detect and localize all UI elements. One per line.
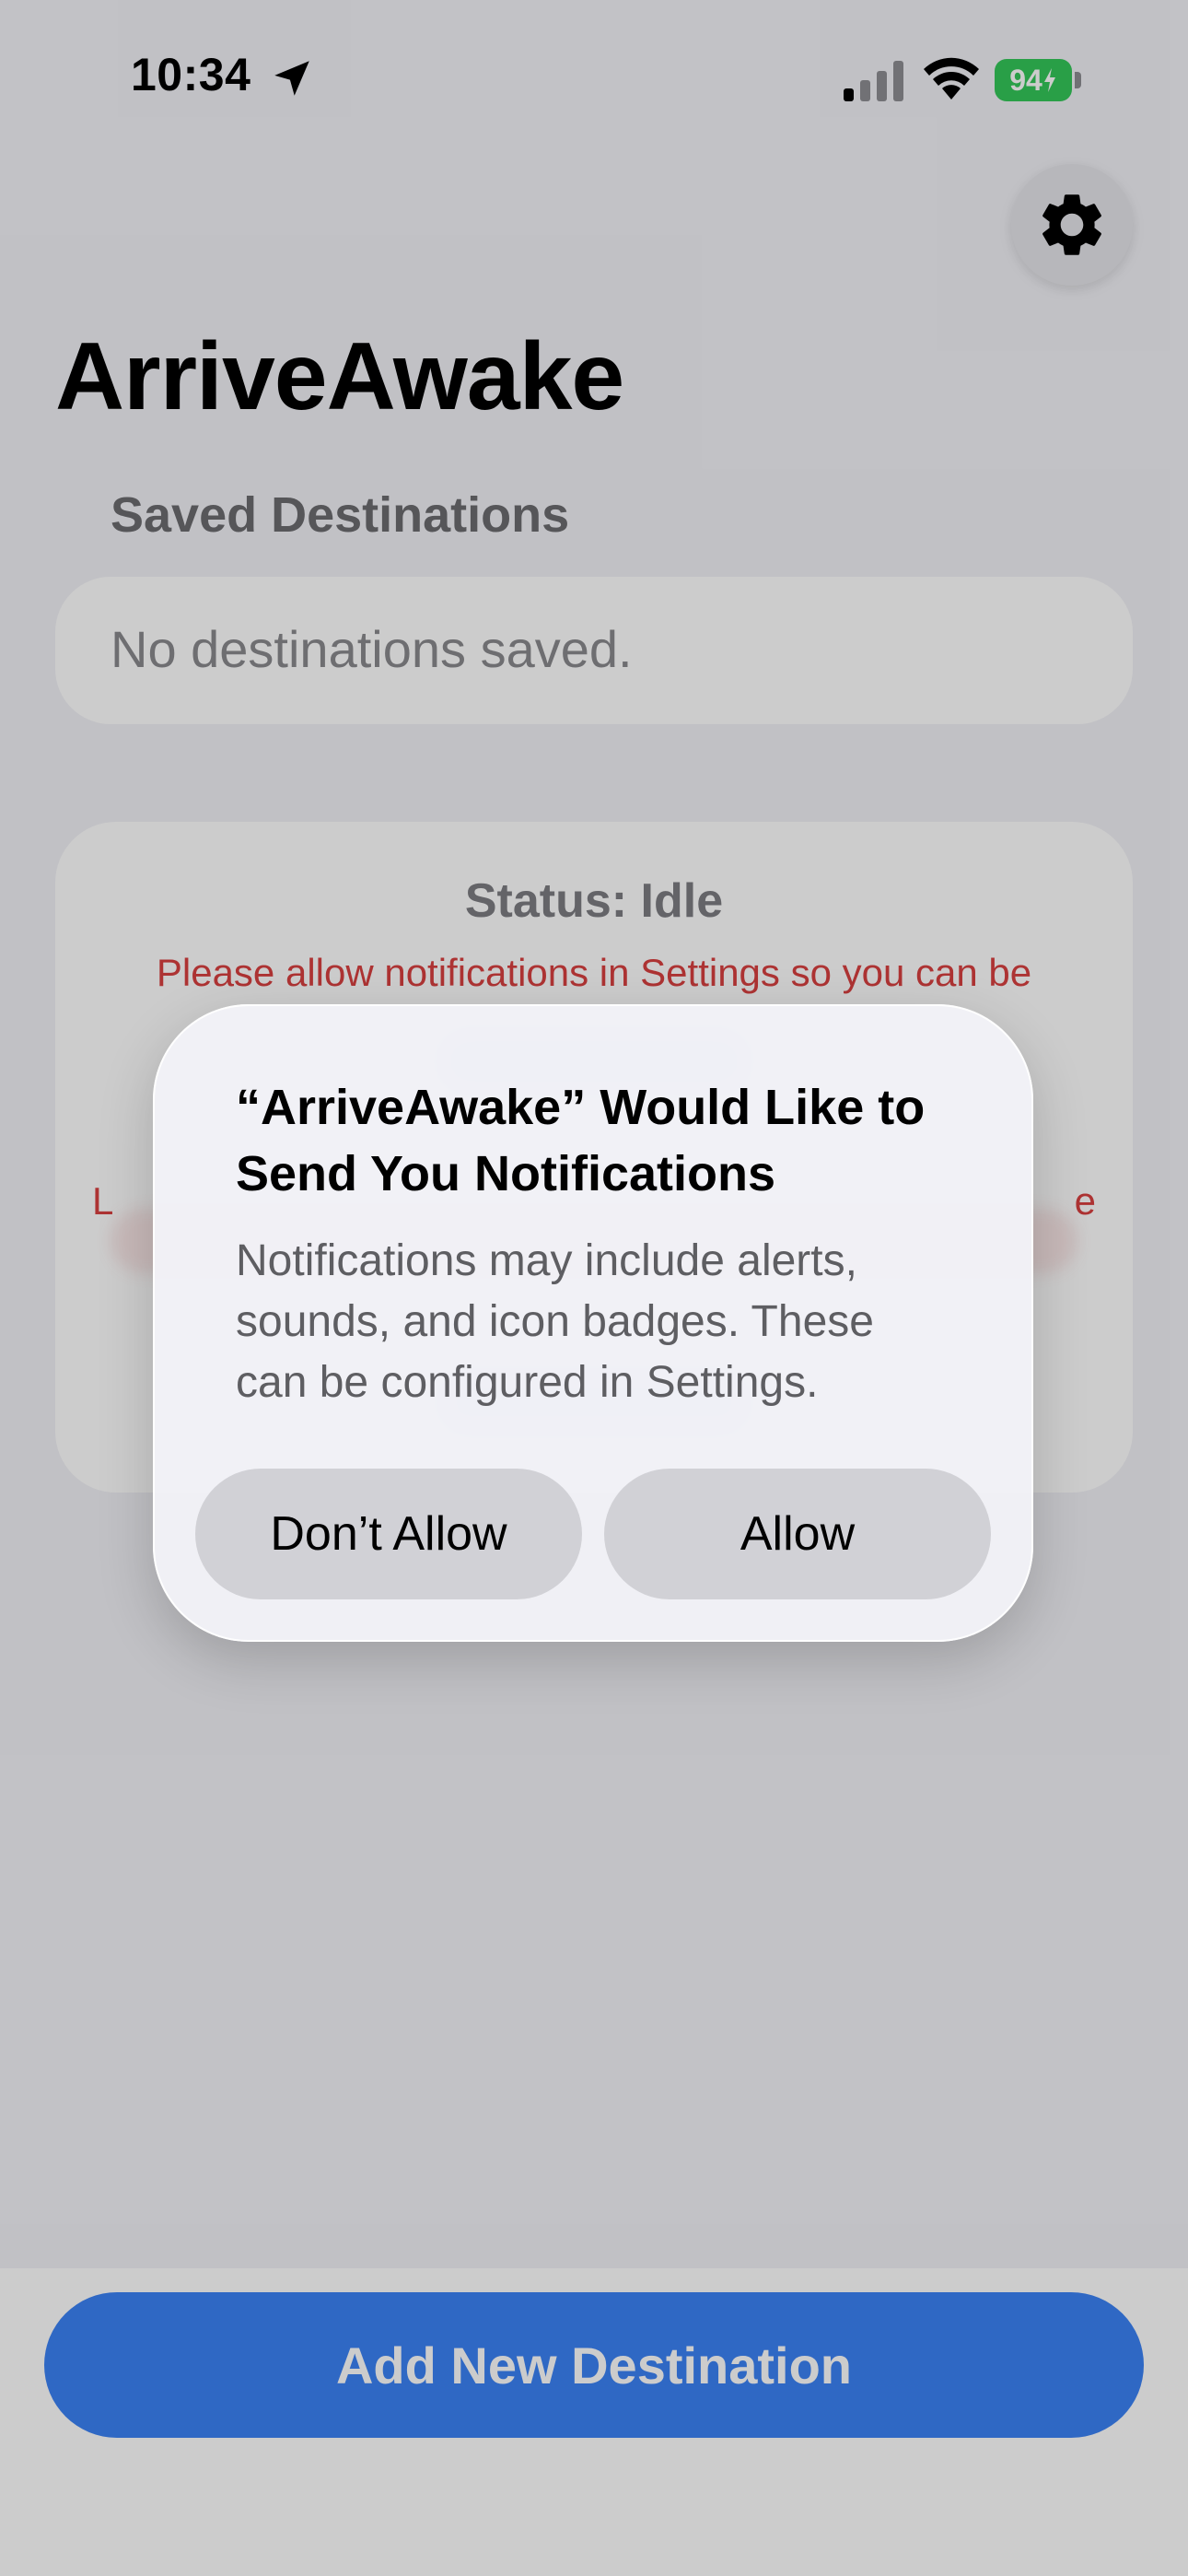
alert-message: Notifications may include alerts, sounds… — [236, 1236, 874, 1407]
allow-button[interactable]: Allow — [604, 1469, 991, 1599]
notification-permission-alert: “ArriveAwake” Would Like to Send You Not… — [153, 1004, 1033, 1642]
bottom-dim-overlay — [0, 2268, 1188, 2576]
dont-allow-button[interactable]: Don’t Allow — [195, 1469, 582, 1599]
alert-title: “ArriveAwake” Would Like to Send You Not… — [236, 1080, 926, 1201]
